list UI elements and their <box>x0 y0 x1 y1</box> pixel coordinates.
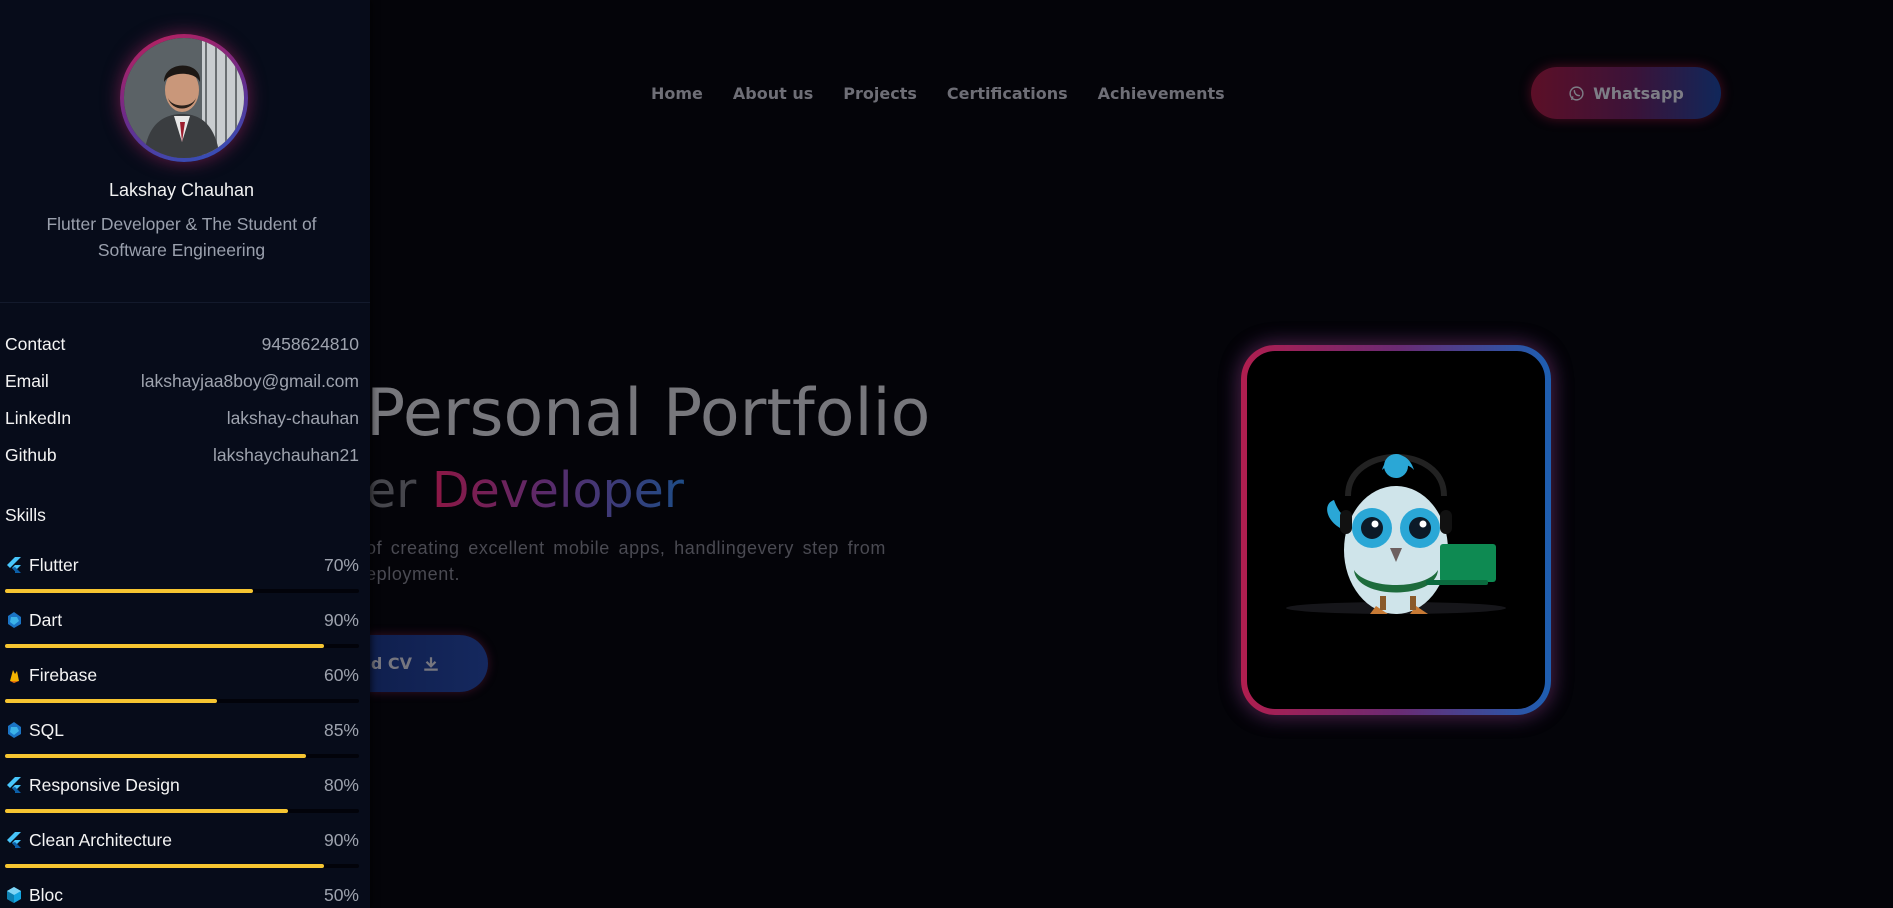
skill-name: Firebase <box>29 664 98 685</box>
firebase-icon <box>5 666 23 684</box>
contact-row: Contact 9458624810 <box>5 326 359 363</box>
skill-bar-track <box>5 589 359 593</box>
skill-item: SQL 85% <box>5 717 359 772</box>
portfolio-page: Home About us Projects Certifications Ac… <box>0 0 1893 908</box>
hero-image <box>1247 351 1545 709</box>
dart-icon <box>5 611 23 629</box>
owl-mascot-illustration <box>1286 454 1506 614</box>
whatsapp-icon <box>1569 85 1584 101</box>
avatar <box>120 34 248 162</box>
skill-item: Dart 90% <box>5 607 359 662</box>
skill-percent: 60% <box>323 664 359 685</box>
contact-info: Contact 9458624810 Email lakshayjaa8boy@… <box>5 326 359 474</box>
contact-label: Contact <box>5 334 66 354</box>
person-photo-illustration <box>124 38 244 158</box>
whatsapp-button[interactable]: Whatsapp <box>1531 67 1721 119</box>
hero-image-frame <box>1241 345 1551 715</box>
skill-item: Clean Architecture 90% <box>5 827 359 882</box>
avatar-photo <box>124 38 244 158</box>
email-row: Email lakshayjaa8boy@gmail.com <box>5 363 359 400</box>
contact-value[interactable]: 9458624810 <box>262 334 359 355</box>
nav-projects[interactable]: Projects <box>843 84 917 103</box>
nav-about-us[interactable]: About us <box>733 84 813 103</box>
hero-description: of creating excellent mobile apps, handl… <box>366 538 886 584</box>
nav-achievements[interactable]: Achievements <box>1098 84 1225 103</box>
skill-bar-fill <box>5 644 324 648</box>
skill-percent: 80% <box>323 774 359 795</box>
skill-bar-track <box>5 809 359 813</box>
hero-subtitle-highlight: Developer <box>431 462 684 519</box>
profile-role: Flutter Developer & The Student of Softw… <box>46 214 317 260</box>
skill-bar-fill <box>5 699 218 703</box>
skill-name: SQL <box>29 719 65 740</box>
download-icon <box>424 656 438 671</box>
profile-sidebar: Lakshay Chauhan Flutter Developer & The … <box>0 0 370 908</box>
skill-name: Flutter <box>29 554 79 575</box>
hero-title: Personal Portfolio <box>366 376 931 451</box>
linkedin-row: LinkedIn lakshay-chauhan <box>5 400 359 437</box>
skills-title: Skills <box>5 505 46 525</box>
skill-bar-fill <box>5 864 324 868</box>
skill-bar-track <box>5 699 359 703</box>
skill-percent: 85% <box>323 719 359 740</box>
skill-item: Responsive Design 80% <box>5 772 359 827</box>
skill-name: Bloc <box>29 884 64 905</box>
profile-name: Lakshay Chauhan <box>108 180 255 200</box>
hero-subtitle-prefix: er <box>366 462 432 519</box>
email-label: Email <box>5 371 49 391</box>
email-value[interactable]: lakshayjaa8boy@gmail.com <box>141 371 359 392</box>
skill-percent: 50% <box>323 884 359 905</box>
skill-bar-fill <box>5 754 306 758</box>
github-value[interactable]: lakshaychauhan21 <box>213 445 359 466</box>
skill-percent: 90% <box>323 829 359 850</box>
skill-percent: 70% <box>323 554 359 575</box>
skill-name: Responsive Design <box>29 774 180 795</box>
skill-item: Flutter 70% <box>5 552 359 607</box>
linkedin-label: LinkedIn <box>5 408 72 428</box>
flutter-icon <box>5 556 23 574</box>
skill-bar-fill <box>5 589 253 593</box>
skill-bar-track <box>5 754 359 758</box>
skill-percent: 90% <box>323 609 359 630</box>
skill-item: Firebase 60% <box>5 662 359 717</box>
flutter-icon <box>5 831 23 849</box>
skill-bar-track <box>5 644 359 648</box>
skill-item: Bloc 50% <box>5 882 359 908</box>
profile-card: Lakshay Chauhan Flutter Developer & The … <box>0 0 370 303</box>
bloc-icon <box>5 886 23 904</box>
nav-certifications[interactable]: Certifications <box>947 84 1068 103</box>
github-row: Github lakshaychauhan21 <box>5 437 359 474</box>
github-label: Github <box>5 445 57 465</box>
nav-home[interactable]: Home <box>651 84 703 103</box>
skill-bar-fill <box>5 809 289 813</box>
skill-name: Dart <box>29 609 63 630</box>
flutter-icon <box>5 776 23 794</box>
hero-subtitle: er Developer <box>366 462 684 519</box>
skill-name: Clean Architecture <box>29 829 172 850</box>
main-nav: Home About us Projects Certifications Ac… <box>651 84 1225 103</box>
skills-list: Flutter 70% Dart 90% Firebase 60% SQL 85… <box>5 552 359 908</box>
linkedin-value[interactable]: lakshay-chauhan <box>227 408 359 429</box>
whatsapp-label: Whatsapp <box>1593 83 1684 103</box>
dart-icon <box>5 721 23 739</box>
skill-bar-track <box>5 864 359 868</box>
